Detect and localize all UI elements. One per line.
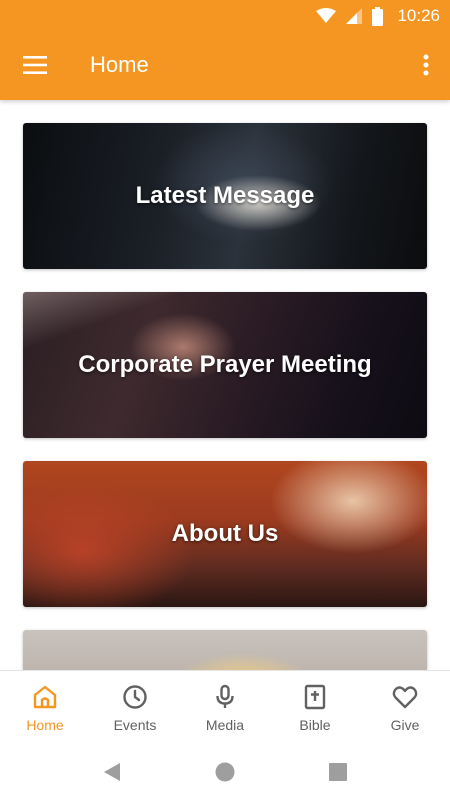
wifi-icon <box>316 8 337 24</box>
nav-item-bible[interactable]: Bible <box>270 671 360 740</box>
status-time: 10:26 <box>397 6 440 25</box>
bible-icon <box>304 684 326 710</box>
status-icons: 10:26 <box>316 5 440 27</box>
card-label: Latest Message <box>135 182 315 209</box>
card-corporate-prayer-meeting[interactable]: Corporate Prayer Meeting <box>23 292 427 438</box>
card-label: Corporate Prayer Meeting <box>78 351 372 378</box>
microphone-icon <box>216 684 234 708</box>
battery-icon <box>372 6 384 26</box>
recents-icon[interactable] <box>326 760 350 784</box>
home-circle-icon[interactable] <box>213 760 237 784</box>
nav-item-give[interactable]: Give <box>360 671 450 740</box>
card-list: Latest Message Corporate Prayer Meeting … <box>0 100 450 670</box>
card-label: About Us <box>171 520 279 547</box>
signal-icon <box>346 8 363 24</box>
status-bar: 10:26 <box>0 0 450 32</box>
nav-label-give: Give <box>390 717 420 733</box>
more-vert-icon[interactable] <box>414 48 438 82</box>
nav-label-bible: Bible <box>299 717 331 733</box>
nav-label-events: Events <box>113 717 157 733</box>
nav-label-media: Media <box>205 717 245 733</box>
nav-item-home[interactable]: Home <box>0 671 90 740</box>
nav-label-home: Home <box>26 717 64 733</box>
card-image <box>23 630 427 670</box>
nav-item-media[interactable]: Media <box>180 671 270 740</box>
home-icon <box>33 685 57 709</box>
clock-icon <box>123 685 147 709</box>
card-partial[interactable] <box>23 630 427 670</box>
bottom-navigation: Home Events Media Bible Give <box>0 670 450 740</box>
app-bar: 10:26 Home <box>0 0 450 100</box>
back-icon[interactable] <box>100 760 124 784</box>
heart-icon <box>392 686 418 709</box>
page-title: Home <box>90 52 149 77</box>
hamburger-menu-icon[interactable] <box>14 46 56 84</box>
system-navigation-bar <box>0 740 450 800</box>
toolbar: Home <box>0 32 450 100</box>
card-about-us[interactable]: About Us <box>23 461 427 607</box>
card-latest-message[interactable]: Latest Message <box>23 123 427 269</box>
nav-item-events[interactable]: Events <box>90 671 180 740</box>
